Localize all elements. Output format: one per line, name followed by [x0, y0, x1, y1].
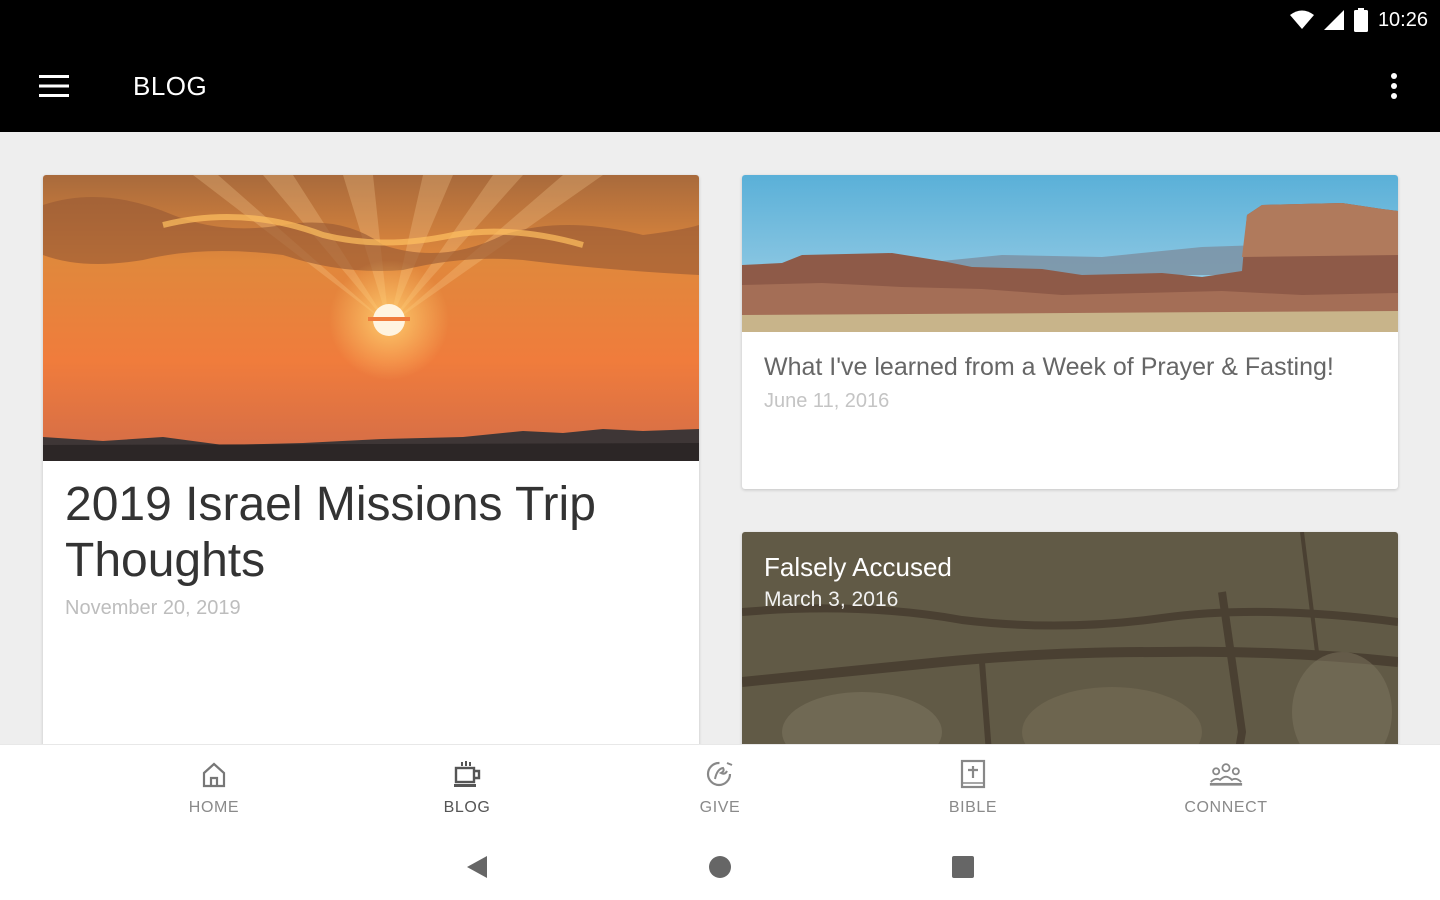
give-hand-icon — [703, 757, 737, 791]
blog-post-card[interactable]: 2019 Israel Missions Trip Thoughts Novem… — [43, 175, 699, 744]
page-title: BLOG — [133, 71, 208, 101]
post-date: November 20, 2019 — [65, 597, 241, 619]
bible-icon — [956, 757, 990, 791]
nav-label: HOME — [188, 799, 240, 816]
system-home-button[interactable] — [705, 852, 735, 882]
more-vert-icon — [1391, 73, 1397, 99]
blog-feed[interactable]: 2019 Israel Missions Trip Thoughts Novem… — [0, 132, 1440, 744]
status-time: 10:26 — [1377, 8, 1428, 31]
system-navigation-bar — [0, 834, 1440, 900]
post-date: June 11, 2016 — [764, 390, 890, 412]
menu-button[interactable] — [30, 68, 78, 104]
home-circle-icon — [709, 856, 731, 878]
recents-icon — [952, 856, 974, 878]
overflow-menu-button[interactable] — [1376, 68, 1412, 104]
system-back-button[interactable] — [462, 852, 492, 882]
wifi-icon — [1289, 10, 1314, 29]
blog-post-card[interactable]: What I've learned from a Week of Prayer … — [742, 175, 1398, 489]
nav-label: BIBLE — [948, 799, 998, 816]
app-bar: BLOG — [0, 40, 1440, 132]
nav-home[interactable]: HOME — [134, 757, 294, 827]
post-title: Falsely Accused — [764, 552, 952, 582]
people-icon — [1209, 757, 1243, 791]
post-title: What I've learned from a Week of Prayer … — [764, 353, 1334, 381]
post-image-canyon — [742, 175, 1398, 332]
coffee-cup-icon — [450, 757, 484, 791]
home-icon — [197, 757, 231, 791]
blog-post-card[interactable]: Falsely Accused March 3, 2016 — [742, 532, 1398, 744]
nav-label: BLOG — [443, 799, 491, 816]
nav-label: GIVE — [699, 799, 741, 816]
signal-icon — [1323, 10, 1344, 30]
battery-icon — [1353, 8, 1368, 32]
status-bar: 10:26 — [0, 0, 1440, 40]
system-recents-button[interactable] — [948, 852, 978, 882]
back-icon — [467, 856, 487, 878]
nav-bible[interactable]: BIBLE — [893, 757, 1053, 827]
bottom-navigation: HOME BLOG GIVE BIBLE CONNECT — [0, 744, 1440, 834]
nav-give[interactable]: GIVE — [640, 757, 800, 827]
nav-label: CONNECT — [1184, 799, 1268, 816]
hamburger-menu-icon — [39, 75, 69, 97]
post-date: March 3, 2016 — [764, 588, 899, 611]
post-title: 2019 Israel Missions Trip Thoughts — [65, 478, 596, 587]
nav-connect[interactable]: CONNECT — [1146, 757, 1306, 827]
status-icons: 10:26 — [1289, 6, 1428, 34]
nav-blog[interactable]: BLOG — [387, 757, 547, 827]
post-image-sunset — [43, 175, 699, 461]
